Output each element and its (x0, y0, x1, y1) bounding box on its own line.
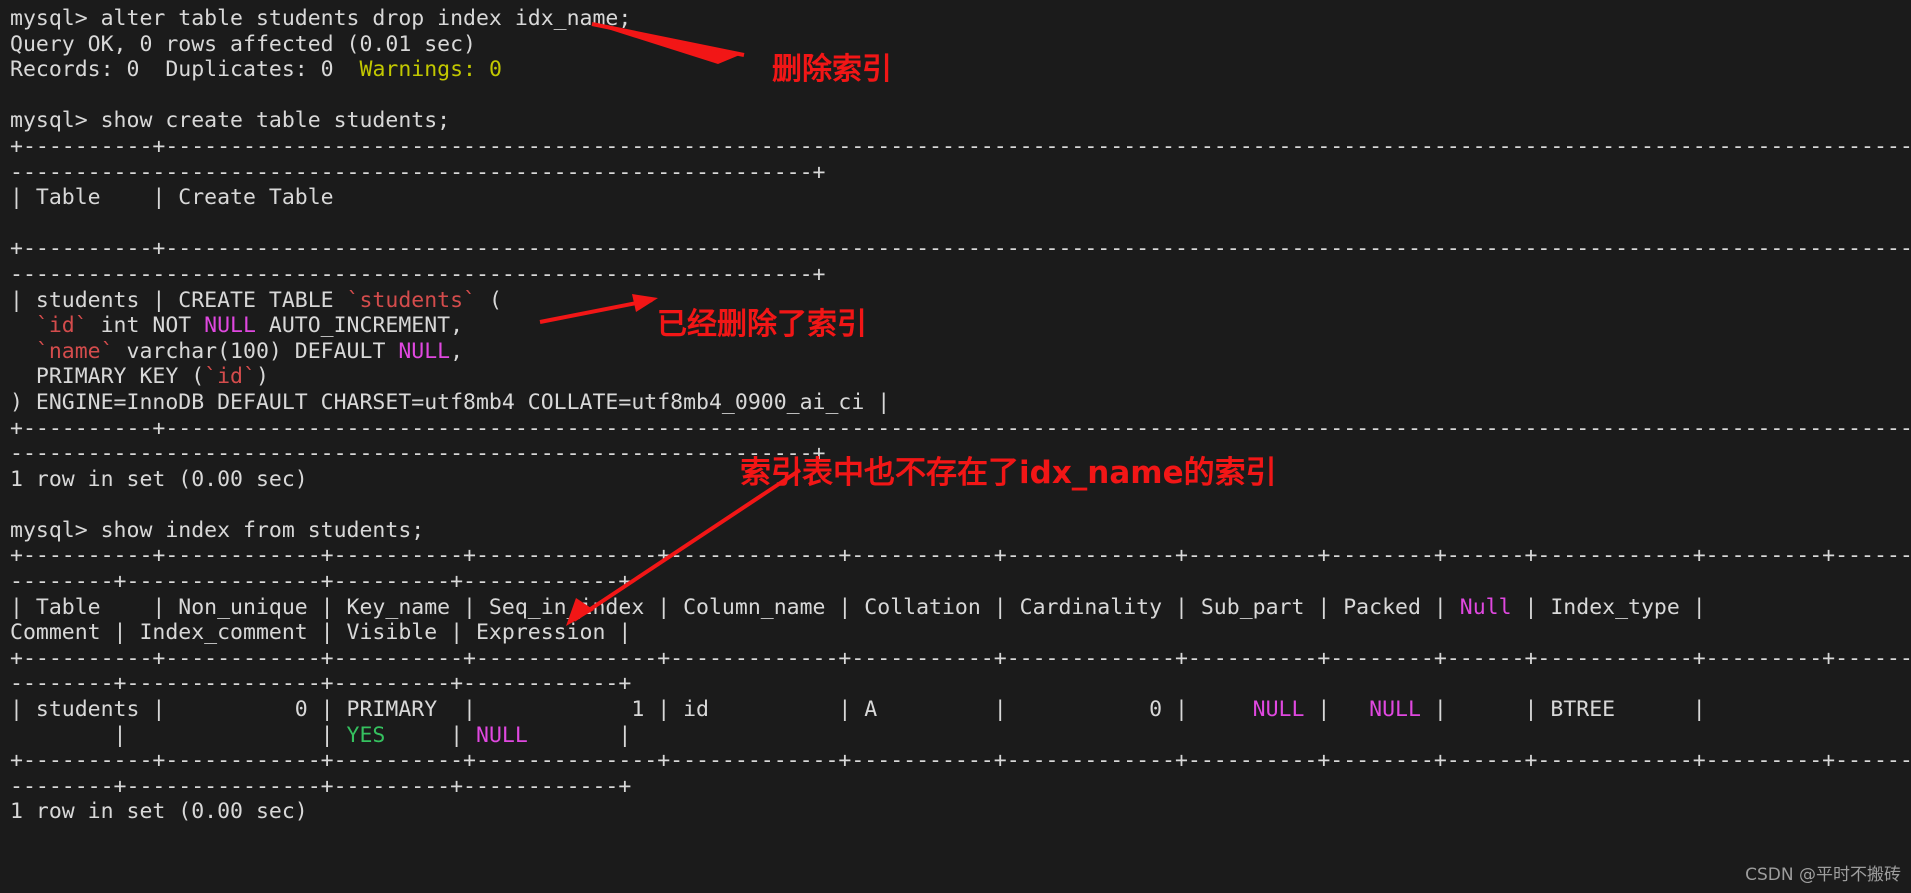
border-text: +----------+------------+----------+----… (10, 645, 1911, 671)
terminal-line: Query OK, 0 rows affected (0.01 sec) (10, 32, 1911, 58)
annotation-arrow-icon (591, 22, 745, 64)
row-text: | students | 0 | PRIMARY | 1 | id | A | … (10, 697, 1706, 723)
ddl-text: ) ENGINE=InnoDB DEFAULT CHARSET=utf8mb4 … (10, 389, 891, 415)
table-border: +----------+------------+----------+----… (10, 646, 1911, 672)
index-data-row-cont: | | YES | NULL | (10, 723, 1911, 749)
annotation-label-index-deleted: 已经删除了索引 (657, 307, 867, 342)
table-header-row-cont: | (10, 211, 1911, 237)
table-border: ----------------------------------------… (10, 160, 1911, 186)
query-status: Query OK, 0 rows affected (0.01 sec) (10, 31, 476, 57)
csdn-watermark: CSDN @平时不搬砖 (1745, 865, 1901, 885)
command-text: mysql> alter table students drop index i… (10, 6, 632, 31)
border-text: +----------+----------------------------… (10, 236, 1911, 262)
ddl-line-create: | students | CREATE TABLE `students` ( (10, 288, 1911, 314)
table-border: --------+---------------+---------+-----… (10, 774, 1911, 800)
table-border: +----------+----------------------------… (10, 416, 1911, 442)
table-border: +----------+------------+----------+----… (10, 748, 1911, 774)
terminal-window[interactable]: mysql> alter table students drop index i… (0, 0, 1911, 893)
ddl-text: PRIMARY KEY (`id`) (10, 364, 269, 390)
ddl-line-primary-key: PRIMARY KEY (`id`) (10, 364, 1911, 390)
command-text: mysql> show index from students; (10, 517, 425, 543)
ddl-line-id: `id` int NOT NULL AUTO_INCREMENT, (10, 313, 1911, 339)
records-text: Records: 0 Duplicates: 0 (10, 57, 360, 83)
index-data-row: | students | 0 | PRIMARY | 1 | id | A | … (10, 697, 1911, 723)
border-text: +----------+----------------------------… (10, 133, 1911, 159)
ddl-text: | students | CREATE TABLE `students` ( (10, 287, 502, 313)
terminal-line: mysql> show index from students; (10, 518, 1911, 544)
table-border: +----------+----------------------------… (10, 236, 1911, 262)
ddl-line-engine: ) ENGINE=InnoDB DEFAULT CHARSET=utf8mb4 … (10, 390, 1911, 416)
table-border: --------+---------------+---------+-----… (10, 569, 1911, 595)
row-text-cont: | | YES | NULL | (10, 722, 632, 748)
ddl-text: `id` int NOT NULL AUTO_INCREMENT, (35, 313, 464, 339)
border-text: +----------+------------+----------+----… (10, 748, 1911, 774)
border-text: --------+---------------+---------+-----… (10, 773, 632, 799)
ddl-line-name: `name` varchar(100) DEFAULT NULL, (10, 339, 1911, 365)
row-count-text: 1 row in set (0.00 sec) (10, 799, 308, 825)
border-text: ----------------------------------------… (10, 261, 826, 287)
terminal-line: mysql> show create table students; (10, 108, 1911, 134)
annotation-arrow-icon (539, 294, 658, 324)
table-border: ----------------------------------------… (10, 262, 1911, 288)
table-border: +----------+------------+----------+----… (10, 543, 1911, 569)
border-text: +----------+----------------------------… (10, 415, 1911, 441)
annotation-label-no-idx-name: 索引表中也不存在了idx_name的索引 (740, 455, 1277, 491)
warnings-text: Warnings: 0 (359, 57, 502, 83)
terminal-line: mysql> alter table students drop index i… (10, 6, 1911, 32)
annotation-arrow-icon (566, 468, 802, 626)
table-border: +----------+----------------------------… (10, 134, 1911, 160)
index-header-row-cont: Comment | Index_comment | Visible | Expr… (10, 620, 1911, 646)
header-text-cont: | (10, 211, 1911, 236)
header-text-cont: Comment | Index_comment | Visible | Expr… (10, 620, 632, 646)
index-header-row: | Table | Non_unique | Key_name | Seq_in… (10, 595, 1911, 621)
terminal-line: Records: 0 Duplicates: 0 Warnings: 0 (10, 57, 1911, 83)
ddl-text: `name` varchar(100) DEFAULT NULL, (35, 338, 464, 364)
table-border: --------+---------------+---------+-----… (10, 671, 1911, 697)
row-count-text: 1 row in set (0.00 sec) (10, 466, 308, 492)
row-count-status: 1 row in set (0.00 sec) (10, 799, 1911, 825)
command-text: mysql> show create table students; (10, 108, 451, 134)
border-text: +----------+------------+----------+----… (10, 543, 1911, 569)
border-text: --------+---------------+---------+-----… (10, 671, 632, 697)
header-text: | Table | Non_unique | Key_name | Seq_in… (10, 594, 1706, 620)
border-text: --------+---------------+---------+-----… (10, 569, 632, 595)
table-header-row: | Table | Create Table (10, 185, 1911, 211)
border-text: ----------------------------------------… (10, 441, 826, 467)
border-text: ----------------------------------------… (10, 159, 826, 185)
header-text: | Table | Create Table (10, 185, 334, 211)
annotation-label-delete-index: 删除索引 (772, 52, 892, 87)
